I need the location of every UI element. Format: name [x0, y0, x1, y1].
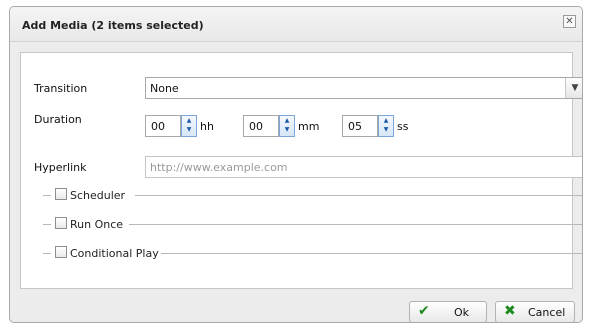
ok-button[interactable]: ✔ Ok	[409, 301, 487, 322]
scheduler-section: Scheduler	[43, 188, 582, 202]
conditional-play-label: Conditional Play	[70, 247, 159, 260]
seconds-unit: ss	[397, 120, 409, 133]
run-once-checkbox[interactable]	[55, 217, 67, 229]
minutes-stepper-icon[interactable]: ▲ ▼	[279, 115, 295, 137]
transition-select-value: None	[150, 82, 179, 95]
hyperlink-label: Hyperlink	[34, 161, 87, 174]
seconds-stepper-icon[interactable]: ▲ ▼	[378, 115, 394, 137]
seconds-input[interactable]: 05	[342, 115, 378, 137]
run-once-label: Run Once	[70, 218, 124, 231]
transition-label: Transition	[34, 82, 88, 95]
minutes-input[interactable]: 00	[243, 115, 279, 137]
dialog-body: Transition None ▼ Duration 00 ▲ ▼ hh 00 ▲…	[20, 52, 582, 289]
hyperlink-input[interactable]: http://www.example.com	[145, 156, 582, 178]
scheduler-checkbox[interactable]	[55, 188, 67, 200]
close-icon[interactable]: ✕	[563, 15, 576, 28]
duration-label: Duration	[34, 113, 82, 126]
run-once-section: Run Once	[43, 217, 582, 231]
dialog-title: Add Media (2 items selected)	[22, 19, 204, 32]
dialog-titlebar[interactable]: Add Media (2 items selected) ✕	[10, 7, 582, 42]
hours-unit: hh	[200, 120, 214, 133]
checkmark-icon: ✔	[418, 303, 430, 319]
minutes-unit: mm	[298, 120, 320, 133]
transition-select[interactable]: None ▼	[145, 77, 582, 99]
hours-input[interactable]: 00	[145, 115, 181, 137]
conditional-play-section: Conditional Play	[43, 246, 582, 260]
chevron-down-icon[interactable]: ▼	[565, 78, 582, 98]
hours-stepper-icon[interactable]: ▲ ▼	[181, 115, 197, 137]
add-media-dialog: Add Media (2 items selected) ✕ Transitio…	[9, 6, 583, 323]
conditional-play-checkbox[interactable]	[55, 246, 67, 258]
x-icon: ✖	[504, 303, 516, 319]
hyperlink-placeholder: http://www.example.com	[150, 161, 288, 174]
scheduler-label: Scheduler	[70, 189, 126, 202]
cancel-button[interactable]: ✖ Cancel	[495, 301, 575, 322]
